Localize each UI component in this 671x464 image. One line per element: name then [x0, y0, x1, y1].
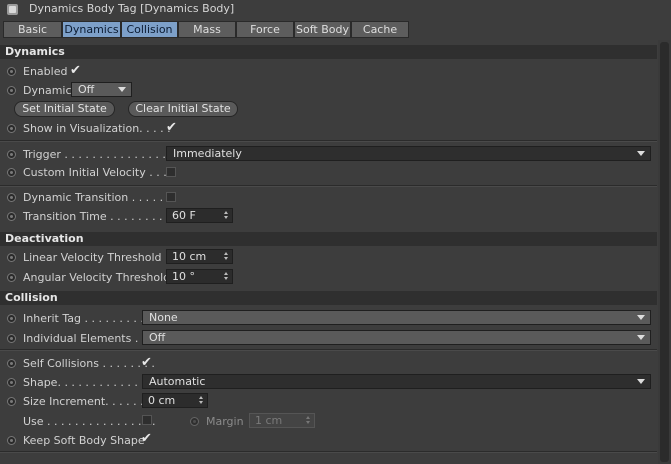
show-in-visualization-checkbox[interactable]: ✔: [166, 121, 177, 134]
linear-velocity-threshold-label: Linear Velocity Threshold: [23, 251, 162, 264]
size-increment-radio-icon[interactable]: [7, 397, 16, 406]
margin-value: 1 cm: [255, 414, 283, 427]
dynamic-value: Off: [78, 83, 95, 96]
chevron-down-icon: [637, 315, 645, 320]
panel-title: Dynamics Body Tag [Dynamics Body]: [29, 2, 235, 15]
linear-velocity-threshold-input[interactable]: 10 cm: [166, 249, 233, 264]
enabled-radio-icon[interactable]: [7, 67, 16, 76]
chevron-down-icon: [637, 379, 645, 384]
angular-velocity-threshold-input[interactable]: 10 °: [166, 269, 233, 284]
chevron-down-icon: [637, 335, 645, 340]
self-collisions-label: Self Collisions . . . . . . . .: [23, 357, 155, 370]
angular-velocity-threshold-value: 10 °: [172, 270, 195, 283]
dynamic-label: Dynamic: [23, 84, 72, 97]
use-checkbox[interactable]: [142, 415, 152, 425]
title-bar: Dynamics Body Tag [Dynamics Body]: [0, 0, 671, 20]
angular-velocity-threshold-label: Angular Velocity Threshold: [23, 271, 171, 284]
individual-elements-value: Off: [149, 331, 166, 344]
vertical-scrollbar[interactable]: [658, 40, 671, 464]
scrollbar-thumb[interactable]: [660, 42, 669, 462]
tab-cache[interactable]: Cache: [351, 21, 409, 38]
inherit-tag-dropdown[interactable]: None: [142, 310, 651, 325]
trigger-radio-icon[interactable]: [7, 150, 16, 159]
size-increment-input[interactable]: 0 cm: [142, 393, 208, 408]
shape-radio-icon[interactable]: [7, 378, 16, 387]
custom-initial-velocity-radio-icon[interactable]: [7, 168, 16, 177]
trigger-dropdown[interactable]: Immediately: [166, 146, 651, 161]
size-increment-value: 0 cm: [148, 394, 176, 407]
linear-velocity-threshold-value: 10 cm: [172, 250, 207, 263]
chevron-down-icon: [118, 87, 126, 92]
enabled-checkbox[interactable]: ✔: [70, 64, 81, 77]
linear-velocity-threshold-radio-icon[interactable]: [7, 253, 16, 262]
spinner-arrows-icon[interactable]: [199, 396, 204, 405]
set-initial-state-button[interactable]: Set Initial State: [14, 101, 115, 117]
dynamic-transition-label: Dynamic Transition . . . . . . .: [23, 191, 178, 204]
show-in-visualization-label: Show in Visualization. . . . .: [23, 122, 171, 135]
tab-bar: Basic Dynamics Collision Mass Force Soft…: [3, 21, 409, 38]
self-collisions-radio-icon[interactable]: [7, 359, 16, 368]
tab-mass[interactable]: Mass: [178, 21, 236, 38]
angular-velocity-threshold-radio-icon[interactable]: [7, 273, 16, 282]
spinner-arrows-icon[interactable]: [306, 416, 311, 425]
trigger-label: Trigger . . . . . . . . . . . . . . . .: [23, 148, 173, 161]
divider: [0, 451, 657, 453]
enabled-label: Enabled: [23, 65, 68, 78]
section-deactivation: Deactivation: [0, 232, 657, 246]
shape-dropdown[interactable]: Automatic: [142, 374, 651, 389]
keep-soft-body-shape-checkbox[interactable]: ✔: [141, 432, 152, 445]
shape-value: Automatic: [149, 375, 206, 388]
size-increment-label: Size Increment. . . . . . .: [23, 395, 151, 408]
keep-soft-body-shape-radio-icon[interactable]: [7, 436, 16, 445]
show-in-visualization-radio-icon[interactable]: [7, 124, 16, 133]
dynamic-transition-radio-icon[interactable]: [7, 193, 16, 202]
chevron-down-icon: [637, 151, 645, 156]
divider: [0, 185, 657, 187]
trigger-value: Immediately: [173, 147, 242, 160]
tab-dynamics[interactable]: Dynamics: [62, 21, 121, 38]
clear-initial-state-button[interactable]: Clear Initial State: [128, 101, 238, 117]
dynamics-body-tag-icon: [7, 4, 18, 15]
custom-initial-velocity-checkbox[interactable]: [166, 167, 176, 177]
transition-time-radio-icon[interactable]: [7, 212, 16, 221]
divider: [0, 349, 657, 351]
dynamic-radio-icon[interactable]: [7, 86, 16, 95]
tab-force[interactable]: Force: [236, 21, 294, 38]
keep-soft-body-shape-label: Keep Soft Body Shape: [23, 434, 145, 447]
individual-elements-label: Individual Elements . . . .: [23, 332, 160, 345]
margin-label: Margin: [206, 415, 244, 428]
self-collisions-checkbox[interactable]: ✔: [141, 356, 152, 369]
dynamic-transition-checkbox[interactable]: [166, 192, 176, 202]
margin-input[interactable]: 1 cm: [249, 413, 315, 428]
individual-elements-dropdown[interactable]: Off: [142, 330, 651, 345]
individual-elements-radio-icon[interactable]: [7, 334, 16, 343]
shape-label: Shape. . . . . . . . . . . . . .: [23, 376, 152, 389]
tab-collision[interactable]: Collision: [121, 21, 178, 38]
spinner-arrows-icon[interactable]: [224, 252, 229, 261]
section-dynamics: Dynamics: [0, 45, 657, 59]
margin-radio-icon[interactable]: [190, 417, 199, 426]
tab-basic[interactable]: Basic: [3, 21, 62, 38]
custom-initial-velocity-label: Custom Initial Velocity . . . .: [23, 166, 174, 179]
inherit-tag-label: Inherit Tag . . . . . . . . . . .: [23, 312, 158, 325]
spinner-arrows-icon[interactable]: [224, 272, 229, 281]
spinner-arrows-icon[interactable]: [224, 211, 229, 220]
transition-time-input[interactable]: 60 F: [166, 208, 233, 223]
use-label: Use . . . . . . . . . . . . . . . .: [23, 415, 156, 428]
transition-time-label: Transition Time . . . . . . . . . .: [23, 210, 177, 223]
divider: [0, 140, 657, 142]
section-collision: Collision: [0, 291, 657, 305]
dynamic-dropdown[interactable]: Off: [71, 82, 132, 97]
transition-time-value: 60 F: [172, 209, 196, 222]
inherit-tag-radio-icon[interactable]: [7, 314, 16, 323]
inherit-tag-value: None: [149, 311, 178, 324]
tab-soft-body[interactable]: Soft Body: [294, 21, 351, 38]
